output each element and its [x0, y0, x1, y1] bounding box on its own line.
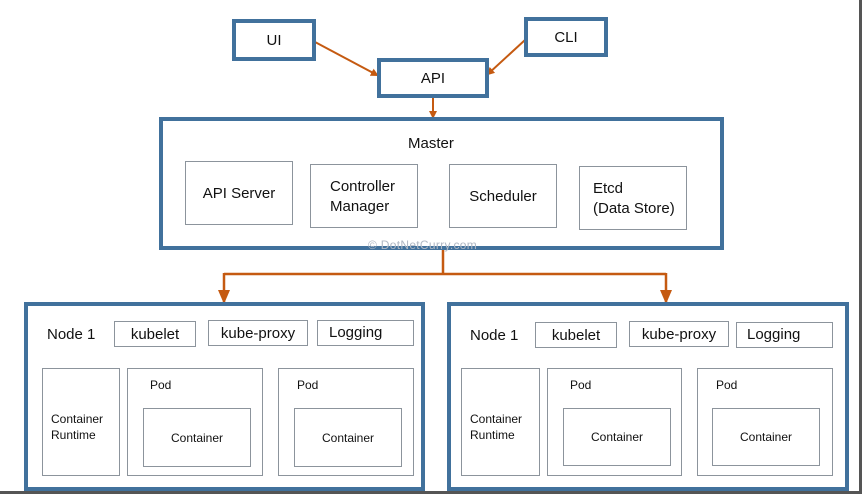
- scheduler-box: Scheduler: [449, 164, 557, 228]
- etcd-line-1: Etcd: [593, 180, 624, 197]
- controller-line-1: Controller: [330, 178, 396, 195]
- runtime-line-1: Container: [470, 412, 523, 426]
- pod-label: Pod: [716, 378, 738, 392]
- container-box: Container: [294, 408, 402, 467]
- container-runtime-label: Container Runtime: [470, 411, 522, 443]
- container-runtime-box: Container Runtime: [42, 368, 120, 476]
- kube-proxy-label: kube-proxy: [220, 324, 296, 342]
- kubelet-box: kubelet: [535, 322, 617, 348]
- kubelet-label: kubelet: [551, 326, 601, 344]
- scheduler-label: Scheduler: [469, 187, 537, 205]
- api-label: API: [420, 69, 446, 87]
- etcd-box: Etcd (Data Store): [579, 166, 687, 230]
- cli-label: CLI: [554, 28, 578, 46]
- kube-proxy-box: kube-proxy: [629, 321, 729, 347]
- pod-box: Pod Container: [697, 368, 833, 476]
- pod-box: Pod Container: [547, 368, 682, 476]
- etcd-line-2: (Data Store): [593, 200, 675, 217]
- controller-line-2: Manager: [330, 198, 390, 215]
- kubelet-label: kubelet: [130, 325, 180, 343]
- runtime-line-1: Container: [51, 412, 104, 426]
- logging-box: Logging: [736, 322, 833, 348]
- master-box: Master API Server Controller Manager Sch…: [159, 117, 724, 250]
- controller-manager-label: Controller Manager: [330, 177, 395, 217]
- ui-label: UI: [266, 31, 282, 49]
- node-title: Node 1: [47, 326, 96, 343]
- logging-label: Logging: [747, 326, 801, 343]
- container-label: Container: [739, 430, 793, 444]
- ui-box: UI: [232, 19, 316, 61]
- arrow-ui-to-api: [314, 41, 379, 76]
- container-box: Container: [563, 408, 671, 466]
- container-runtime-box: Container Runtime: [461, 368, 540, 476]
- master-title: Master: [408, 135, 454, 152]
- pod-label: Pod: [297, 378, 319, 392]
- container-label: Container: [590, 430, 644, 444]
- runtime-line-2: Runtime: [470, 428, 515, 442]
- node-title: Node 1: [470, 327, 519, 344]
- container-label: Container: [170, 430, 224, 445]
- container-box: Container: [712, 408, 820, 466]
- logging-label: Logging: [329, 324, 383, 341]
- container-box: Container: [143, 408, 251, 467]
- runtime-line-2: Runtime: [51, 428, 96, 442]
- node-left: Node 1 kubelet kube-proxy Logging Contai…: [24, 302, 425, 491]
- api-server-label: API Server: [202, 184, 276, 202]
- kube-proxy-box: kube-proxy: [208, 320, 308, 346]
- etcd-label: Etcd (Data Store): [593, 179, 675, 219]
- controller-manager-box: Controller Manager: [310, 164, 418, 228]
- logging-box: Logging: [317, 320, 414, 346]
- pod-label: Pod: [570, 378, 592, 392]
- cli-box: CLI: [524, 17, 608, 57]
- container-label: Container: [321, 430, 375, 445]
- api-box: API: [377, 58, 489, 98]
- container-runtime-label: Container Runtime: [51, 411, 103, 443]
- arrow-cli-to-api: [486, 39, 526, 76]
- api-server-box: API Server: [185, 161, 293, 225]
- node-right: Node 1 kubelet kube-proxy Logging Contai…: [447, 302, 849, 491]
- kube-proxy-label: kube-proxy: [641, 325, 717, 343]
- kubelet-box: kubelet: [114, 321, 196, 347]
- pod-box: Pod Container: [278, 368, 414, 476]
- pod-box: Pod Container: [127, 368, 263, 476]
- watermark: © DotNetCurry.com: [368, 238, 478, 252]
- pod-label: Pod: [150, 378, 172, 392]
